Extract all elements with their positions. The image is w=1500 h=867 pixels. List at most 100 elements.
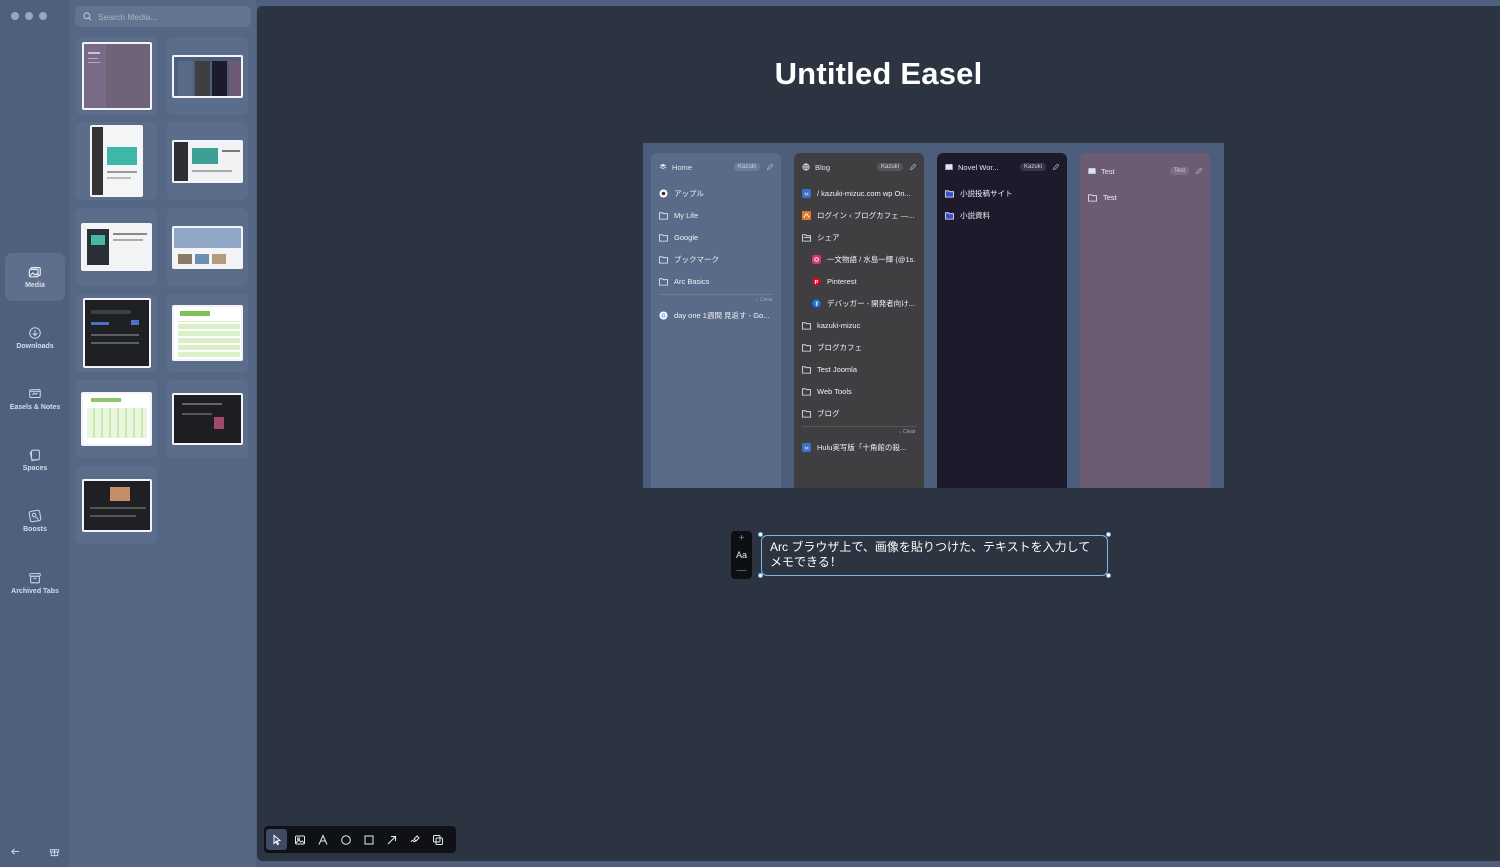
draw-tool-icon (410, 834, 420, 842)
archive-icon (29, 573, 41, 584)
folder-item: Arc Basics (659, 270, 773, 292)
folder-blue-icon (945, 211, 954, 220)
gift-icon[interactable] (49, 846, 60, 857)
text-tool-button[interactable] (312, 829, 333, 850)
media-thumbnail[interactable] (76, 208, 157, 286)
search-icon (83, 12, 92, 21)
book-icon (945, 164, 953, 171)
space-name: Home (672, 162, 693, 172)
resize-handle[interactable] (1106, 532, 1111, 537)
spaces-icon (29, 449, 40, 462)
globe-icon (802, 163, 810, 171)
media-thumbnail[interactable] (167, 380, 248, 458)
tab-item: 一文物語 / 水島一輝 (@1s... (802, 248, 916, 270)
pencil-icon (766, 163, 773, 170)
pasted-screenshot[interactable]: Home Kazuki アップル My Life Google ブックマーク A… (643, 143, 1224, 488)
media-thumbnail[interactable] (76, 122, 157, 200)
image-icon (294, 835, 305, 844)
rectangle-tool-icon (364, 835, 373, 844)
media-search-input[interactable] (98, 11, 238, 22)
space-column-home: Home Kazuki アップル My Life Google ブックマーク A… (651, 153, 781, 488)
folder-icon (1088, 193, 1097, 202)
select-cursor-icon (273, 833, 281, 845)
rectangle-tool-button[interactable] (358, 829, 379, 850)
profile-badge: Test (1169, 167, 1189, 175)
folder-item: ブログカフェ (802, 336, 916, 358)
download-icon (29, 327, 41, 339)
folder-icon (659, 255, 668, 264)
rail-item-boosts[interactable]: Boosts (5, 497, 65, 545)
resize-handle[interactable] (758, 532, 763, 537)
text-note[interactable]: Arc ブラウザ上で、画像を貼りつけた、テキストを入力してメモできる！ (761, 535, 1108, 576)
svg-text:P: P (815, 279, 819, 285)
pinterest-icon: P (812, 276, 821, 285)
media-thumbnail[interactable] (76, 380, 157, 458)
media-thumbnail[interactable] (167, 294, 248, 372)
rail-item-label: Boosts (23, 526, 47, 533)
clip-tool-icon (432, 834, 443, 845)
decrease-font-button[interactable]: — (737, 566, 747, 576)
space-name: Blog (815, 162, 831, 172)
folder-item: Google (659, 226, 773, 248)
folder-item: 小説投稿サイト (945, 182, 1059, 204)
space-name: Test (1101, 166, 1115, 176)
media-thumbnail[interactable] (167, 208, 248, 286)
arc-icon (659, 188, 668, 198)
draw-tool-button[interactable] (404, 829, 425, 850)
rail-item-downloads[interactable]: Downloads (5, 314, 65, 362)
tab-item: f デバッガー - 開発者向け... (802, 292, 916, 314)
folder-item: Web Tools (802, 380, 916, 402)
folder-item: Test Joomla (802, 358, 916, 380)
text-format-toolbar: + Aa — (731, 531, 752, 579)
media-thumbnail[interactable] (76, 466, 157, 544)
tab-item: M Hulu実写版「十角館の殺... (802, 436, 916, 458)
media-thumbnail[interactable] (167, 122, 248, 200)
easel-canvas[interactable]: Untitled Easel Home Kazuki アップル My Life … (257, 6, 1500, 861)
folder-icon (659, 211, 668, 220)
folder-icon (802, 321, 811, 330)
google-icon: G (659, 310, 668, 319)
site-icon (802, 210, 811, 220)
folder-icon (659, 233, 668, 242)
resize-handle[interactable] (758, 573, 763, 578)
rail-item-media[interactable]: Media (5, 253, 65, 301)
pinned-item: ログイン ‹ ブログカフェ —... (802, 204, 916, 226)
rail-item-easels-notes[interactable]: Easels & Notes (5, 375, 65, 423)
tab-item: Gday one 1週間 見返す - Go... (659, 304, 773, 326)
image-tool-button[interactable] (289, 829, 310, 850)
folder-icon (802, 365, 811, 374)
circle-tool-button[interactable] (335, 829, 356, 850)
folder-icon (802, 343, 811, 352)
pencil-icon (1052, 163, 1059, 170)
folder-icon (802, 409, 811, 418)
back-arrow-icon[interactable] (10, 846, 21, 857)
sidebar-rail: Media Downloads Easels & Notes Spaces Bo… (0, 0, 70, 867)
media-thumbnail[interactable] (167, 37, 248, 115)
media-thumbnail[interactable] (76, 294, 157, 372)
media-search (75, 6, 251, 27)
select-tool-button[interactable] (266, 829, 287, 850)
rail-item-archived-tabs[interactable]: Archived Tabs (5, 559, 65, 607)
rail-item-spaces[interactable]: Spaces (5, 436, 65, 484)
arrow-tool-button[interactable] (381, 829, 402, 850)
space-name: Novel Wor... (958, 162, 999, 172)
media-panel (70, 0, 256, 867)
resize-handle[interactable] (1106, 573, 1111, 578)
increase-font-button[interactable]: + (739, 534, 745, 544)
svg-text:M: M (804, 445, 808, 451)
space-column-novel: Novel Wor... Kazuki 小説投稿サイト 小説資料 (937, 153, 1067, 488)
pinned-item: アップル (659, 182, 773, 204)
font-button[interactable]: Aa (736, 550, 747, 560)
folder-item: ブログ (802, 402, 916, 424)
easel-icon (29, 389, 41, 399)
pencil-icon (909, 163, 916, 170)
rail-item-label: Media (25, 282, 45, 289)
easel-title[interactable]: Untitled Easel (257, 56, 1500, 92)
svg-text:G: G (661, 313, 666, 319)
clip-tool-button[interactable] (427, 829, 448, 850)
folder-blue-icon (945, 189, 954, 198)
folder-open-icon (802, 233, 811, 242)
media-thumbnail[interactable] (76, 37, 157, 115)
boosts-icon (28, 509, 42, 523)
folder-icon (659, 277, 668, 286)
